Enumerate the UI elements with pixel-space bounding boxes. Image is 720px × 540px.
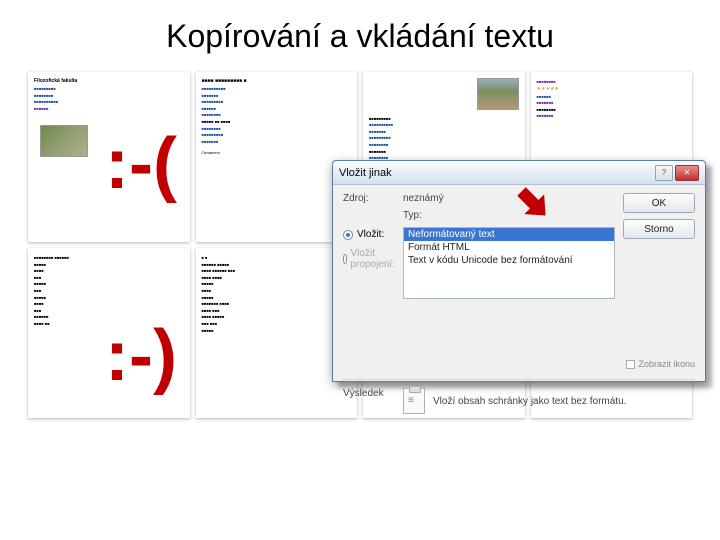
clipboard-icon: [403, 388, 425, 414]
list-item[interactable]: Text v kódu Unicode bez formátování: [404, 254, 614, 267]
show-icon-checkbox: Zobrazit ikonu: [623, 359, 695, 369]
result-label: Výsledek: [343, 388, 395, 399]
source-label: Zdroj:: [343, 193, 395, 204]
radio-paste[interactable]: Vložit:: [343, 229, 395, 240]
radio-dot-icon: [343, 254, 347, 264]
dialog-divider: [343, 379, 695, 380]
sad-emoticon: :-(: [105, 128, 177, 200]
help-button[interactable]: ?: [655, 165, 673, 181]
radio-paste-label: Vložit:: [357, 229, 384, 240]
radio-link-label: Vložit propojení:: [351, 248, 395, 270]
show-icon-label: Zobrazit ikonu: [638, 359, 695, 369]
list-item[interactable]: Neformátovaný text: [404, 228, 614, 241]
page-title: Kopírování a vkládání textu: [0, 0, 720, 63]
rating-stars-icon: ★★★★★: [537, 86, 559, 92]
ok-button[interactable]: OK: [623, 193, 695, 213]
checkbox-icon: [626, 360, 635, 369]
list-item[interactable]: Formát HTML: [404, 241, 614, 254]
result-desc: Vloží obsah schránky jako text bez formá…: [433, 396, 626, 407]
type-label: Typ:: [403, 210, 615, 221]
radio-paste-link: Vložit propojení:: [343, 248, 395, 270]
building-photo-icon: [477, 78, 519, 110]
window-controls: ? ✕: [655, 165, 699, 181]
building-photo-icon: [40, 125, 88, 157]
close-button[interactable]: ✕: [675, 165, 699, 181]
cancel-button[interactable]: Storno: [623, 219, 695, 239]
happy-emoticon: :-): [105, 320, 177, 392]
radio-dot-icon: [343, 230, 353, 240]
type-listbox[interactable]: Neformátovaný text Formát HTML Text v kó…: [403, 227, 615, 299]
dialog-title: Vložit jinak: [339, 167, 392, 179]
